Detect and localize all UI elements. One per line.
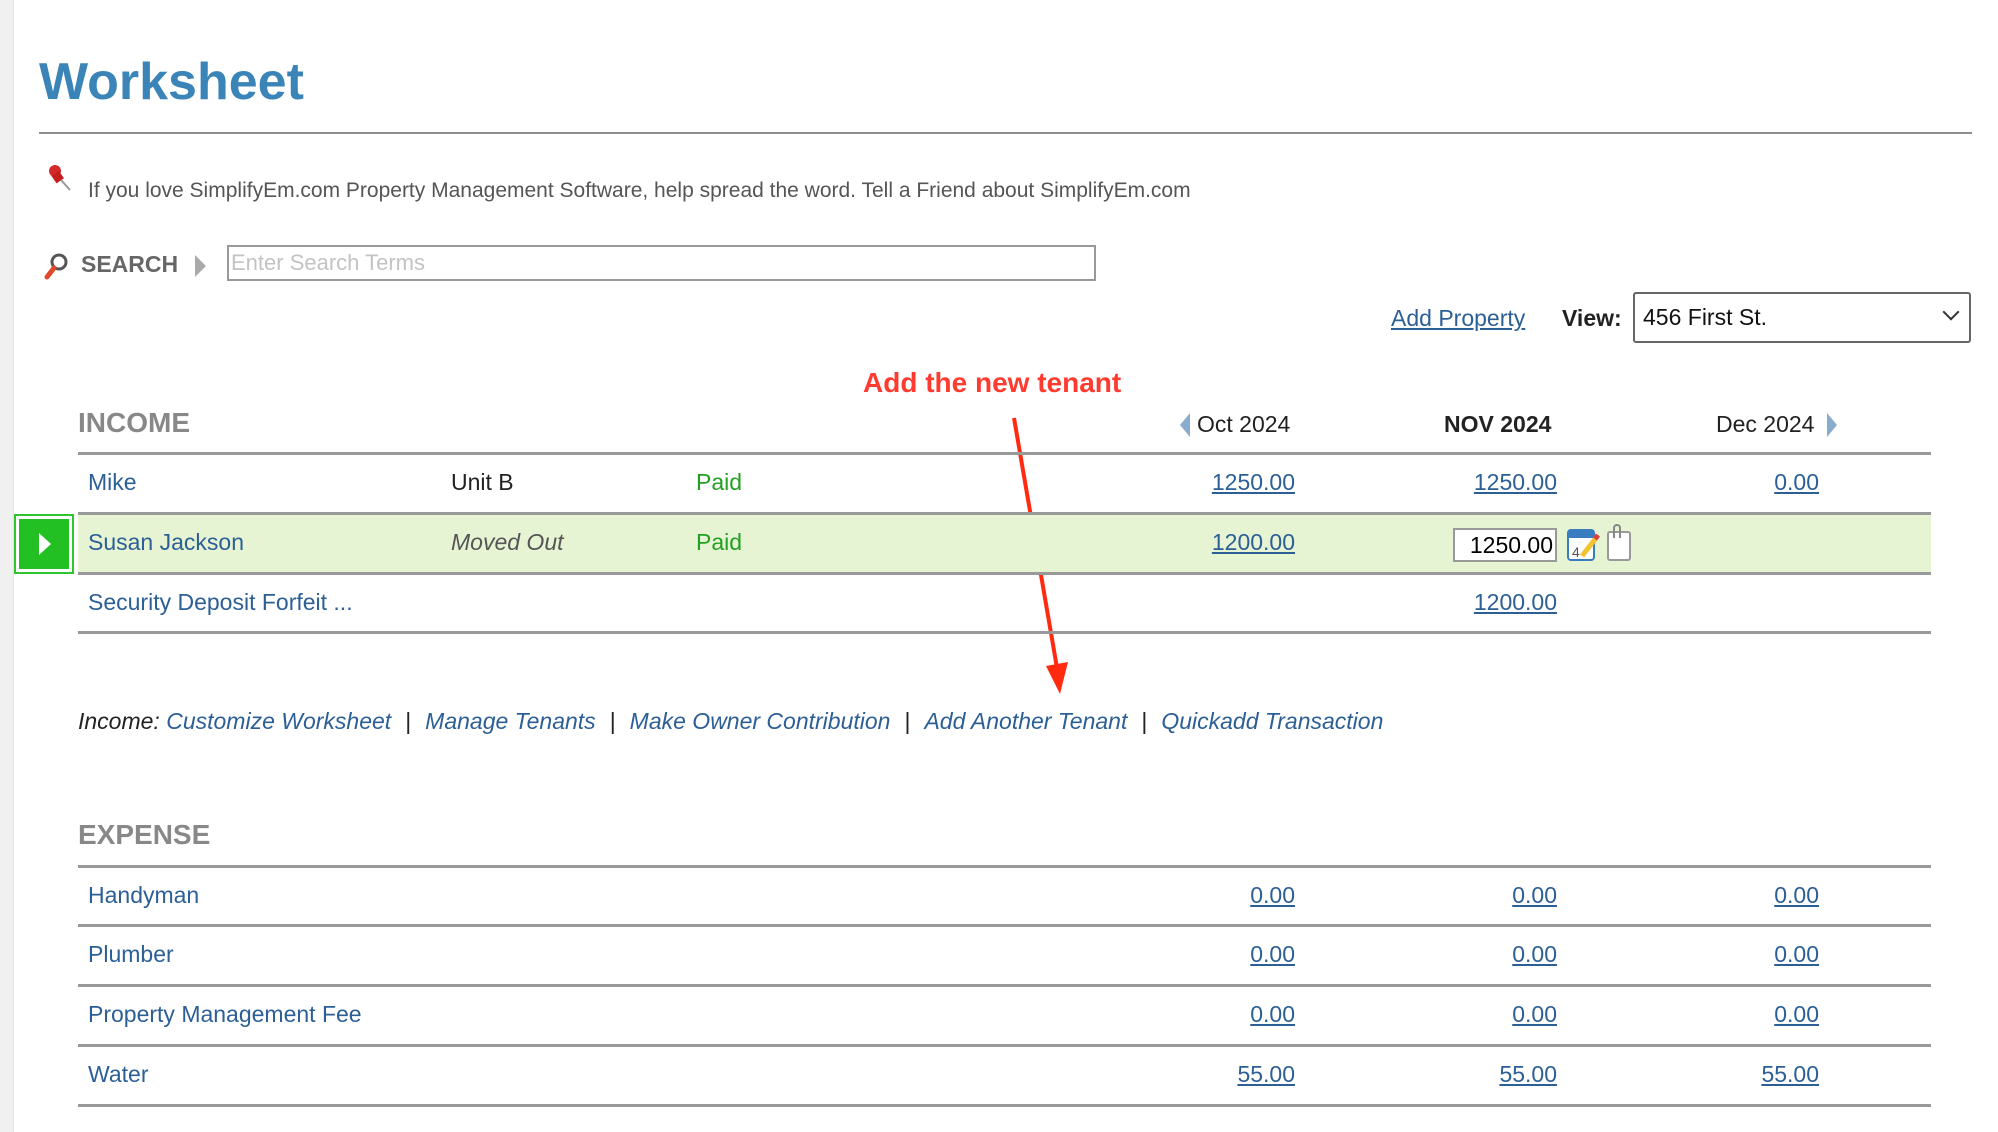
annotation-label: Add the new tenant — [863, 367, 1122, 398]
month-header-prev: Oct 2024 — [1197, 411, 1291, 437]
amount-nov-input[interactable] — [1453, 528, 1557, 562]
link-separator: | — [609, 708, 616, 734]
link-separator: | — [1141, 708, 1148, 734]
amount-nov-link[interactable]: 0.00 — [1407, 882, 1557, 909]
property-view-select[interactable]: 456 First St. — [1633, 292, 1971, 343]
link-separator: | — [405, 708, 412, 734]
property-view-value: 456 First St. — [1643, 304, 1767, 330]
amount-nov-link[interactable]: 1200.00 — [1407, 589, 1557, 616]
expense-section-title: EXPENSE — [78, 819, 211, 850]
calendar-edit-icon[interactable]: 4 — [1566, 524, 1600, 562]
play-icon — [39, 533, 51, 555]
amount-dec-link[interactable]: 55.00 — [1669, 1061, 1819, 1088]
income-header-divider — [78, 452, 1931, 455]
amount-nov-link[interactable]: 1250.00 — [1407, 469, 1557, 496]
amount-nov-link[interactable]: 0.00 — [1407, 1001, 1557, 1028]
expense-item-link[interactable]: Property Management Fee — [88, 1001, 362, 1028]
amount-oct-link[interactable]: 1200.00 — [1145, 529, 1295, 556]
make-owner-contribution-link[interactable]: Make Owner Contribution — [630, 708, 891, 734]
unit-label: Unit B — [451, 469, 514, 495]
month-header-current: NOV 2024 — [1444, 411, 1552, 437]
promo-text[interactable]: If you love SimplifyEm.com Property Mana… — [88, 179, 1191, 203]
expense-header-divider — [78, 865, 1931, 868]
link-separator: | — [904, 708, 911, 734]
row-divider — [78, 924, 1931, 927]
row-divider — [78, 1044, 1931, 1047]
customize-worksheet-link[interactable]: Customize Worksheet — [166, 708, 391, 734]
month-header-next: Dec 2024 — [1716, 411, 1815, 437]
expense-item-link[interactable]: Water — [88, 1061, 149, 1088]
expense-item-link[interactable]: Handyman — [88, 882, 199, 909]
row-divider — [78, 572, 1931, 575]
unit-label: Moved Out — [451, 529, 564, 555]
tenant-name-link[interactable]: Susan Jackson — [88, 529, 244, 556]
add-property-link[interactable]: Add Property — [1391, 305, 1525, 332]
amount-dec-link[interactable]: 0.00 — [1669, 941, 1819, 968]
worksheet-page: Worksheet If you love SimplifyEm.com Pro… — [13, 0, 1998, 1132]
search-arrow-icon — [195, 255, 206, 277]
svg-text:4: 4 — [1572, 544, 1580, 560]
amount-oct-link[interactable]: 0.00 — [1145, 1001, 1295, 1028]
amount-oct-link[interactable]: 0.00 — [1145, 941, 1295, 968]
chevron-down-icon — [1942, 303, 1960, 321]
attachment-icon[interactable] — [1604, 524, 1634, 562]
title-divider — [39, 132, 1972, 134]
row-divider — [78, 1104, 1931, 1107]
income-item-link[interactable]: Security Deposit Forfeit ... — [88, 589, 353, 616]
tenant-name-link[interactable]: Mike — [88, 469, 137, 496]
page-title: Worksheet — [39, 53, 304, 111]
income-section-title: INCOME — [78, 407, 190, 438]
amount-dec-link[interactable]: 0.00 — [1669, 882, 1819, 909]
amount-oct-link[interactable]: 1250.00 — [1145, 469, 1295, 496]
manage-tenants-link[interactable]: Manage Tenants — [425, 708, 596, 734]
amount-oct-link[interactable]: 55.00 — [1145, 1061, 1295, 1088]
view-label: View: — [1562, 305, 1622, 331]
income-bottom-divider — [78, 631, 1931, 634]
row-divider — [78, 984, 1931, 987]
table-row-selected — [78, 515, 1931, 573]
row-select-button[interactable] — [14, 514, 74, 574]
amount-nov-link[interactable]: 0.00 — [1407, 941, 1557, 968]
quickadd-transaction-link[interactable]: Quickadd Transaction — [1161, 708, 1383, 734]
amount-dec-link[interactable]: 0.00 — [1669, 469, 1819, 496]
search-icon — [44, 253, 68, 280]
amount-nov-link[interactable]: 55.00 — [1407, 1061, 1557, 1088]
amount-oct-link[interactable]: 0.00 — [1145, 882, 1295, 909]
amount-dec-link[interactable]: 0.00 — [1669, 1001, 1819, 1028]
income-links-bar: Income: Customize Worksheet | Manage Tenan… — [78, 708, 1383, 735]
next-month-icon[interactable] — [1827, 413, 1837, 437]
search-label: SEARCH — [81, 251, 179, 277]
search-input[interactable] — [227, 245, 1096, 281]
status-badge: Paid — [696, 529, 743, 555]
income-links-label: Income: — [78, 708, 160, 734]
status-badge: Paid — [696, 469, 743, 495]
expense-item-link[interactable]: Plumber — [88, 941, 174, 968]
pushpin-icon — [49, 165, 71, 191]
add-another-tenant-link[interactable]: Add Another Tenant — [924, 708, 1127, 734]
prev-month-icon[interactable] — [1180, 413, 1190, 437]
